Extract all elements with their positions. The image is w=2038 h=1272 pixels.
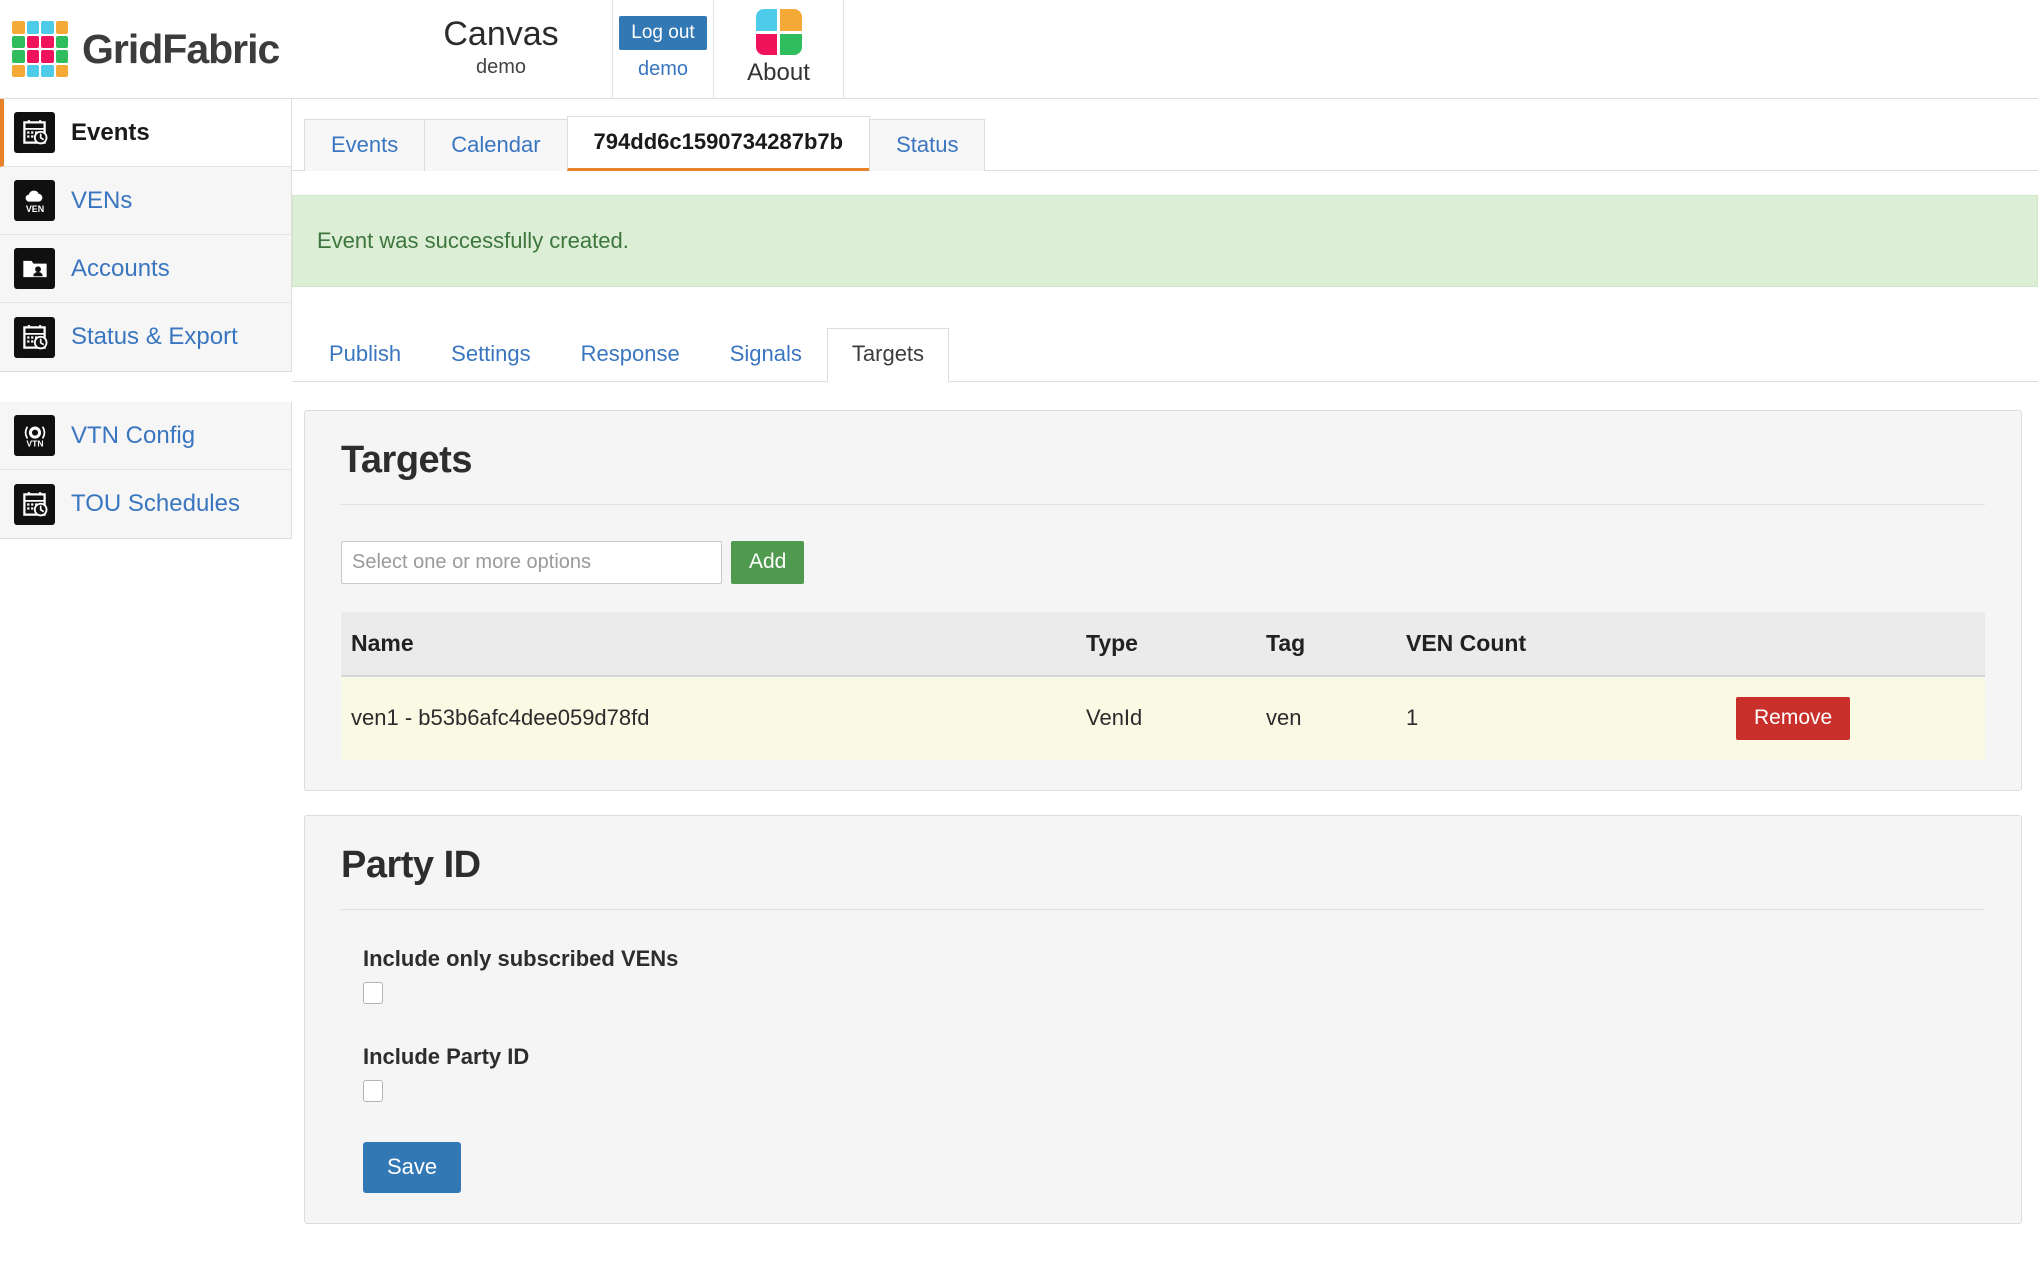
panel-divider xyxy=(341,908,1985,910)
include-party-id-checkbox[interactable] xyxy=(363,1079,383,1102)
gear-vtn-icon: VTN xyxy=(14,415,55,456)
column-header-tag: Tag xyxy=(1256,611,1396,677)
field-label: Include Party ID xyxy=(363,1043,530,1069)
calendar-clock-icon xyxy=(14,112,55,153)
party-id-panel: Party ID Include only subscribed VENs In… xyxy=(304,814,2022,1224)
sidebar-item-vens[interactable]: VEN VENs xyxy=(0,167,291,235)
sidebar-item-label: Events xyxy=(71,118,150,146)
cell-actions: Remove xyxy=(1736,675,1985,760)
column-header-ven-count: VEN Count xyxy=(1396,611,1736,677)
app-title-block: Canvas demo xyxy=(390,0,612,98)
calendar-clock-icon xyxy=(14,483,55,525)
sidebar-item-label: VENs xyxy=(71,186,133,214)
tab-events[interactable]: Events xyxy=(304,119,426,172)
secondary-tab-strip: Publish Settings Response Signals Target… xyxy=(292,287,2038,382)
calendar-clock-icon xyxy=(14,316,55,358)
panel-divider xyxy=(341,503,1985,505)
top-header-bar: GridFabric Canvas demo Log out demo Abou… xyxy=(0,0,2038,99)
field-include-subscribed-vens: Include only subscribed VENs xyxy=(363,946,1999,1004)
cell-target-name: ven1 - b53b6afc4dee059d78fd xyxy=(341,675,1076,760)
about-label: About xyxy=(747,59,810,86)
current-user-link[interactable]: demo xyxy=(638,58,688,81)
svg-text:VEN: VEN xyxy=(25,203,43,213)
targets-panel: Targets Add Name Type Tag VEN Count xyxy=(304,409,2022,791)
primary-tab-strip: Events Calendar 794dd6c1590734287b7b Sta… xyxy=(292,99,2038,172)
page-layout: Events VEN VENs Accounts Status & Export… xyxy=(0,99,2038,1248)
subtab-settings[interactable]: Settings xyxy=(426,328,556,381)
tab-status[interactable]: Status xyxy=(869,119,986,172)
cell-ven-count: 1 xyxy=(1396,675,1736,760)
table-header-row: Name Type Tag VEN Count xyxy=(341,611,1985,677)
subtab-targets[interactable]: Targets xyxy=(826,328,950,382)
svg-text:VTN: VTN xyxy=(26,438,43,448)
gridfabric-logo-icon xyxy=(12,21,68,77)
sidebar-item-status-export[interactable]: Status & Export xyxy=(0,303,291,371)
subtab-publish[interactable]: Publish xyxy=(304,328,426,381)
targets-panel-title: Targets xyxy=(341,438,472,481)
column-header-name: Name xyxy=(341,611,1076,677)
logout-button[interactable]: Log out xyxy=(619,15,707,50)
column-header-actions xyxy=(1736,611,1985,677)
sidebar: Events VEN VENs Accounts Status & Export… xyxy=(0,99,292,569)
cell-target-tag: ven xyxy=(1256,675,1396,760)
sidebar-group-primary: Events VEN VENs Accounts Status & Export xyxy=(0,99,292,372)
about-button[interactable]: About xyxy=(714,0,844,98)
app-subtitle: demo xyxy=(475,56,527,79)
page-title: Canvas xyxy=(443,14,559,53)
save-button[interactable]: Save xyxy=(363,1141,462,1193)
sidebar-item-tou-schedules[interactable]: TOU Schedules xyxy=(0,470,291,538)
targets-table-head: Name Type Tag VEN Count xyxy=(341,611,1985,677)
sidebar-item-events[interactable]: Events xyxy=(0,99,291,167)
brand-block[interactable]: GridFabric xyxy=(0,0,390,98)
sidebar-item-label: VTN Config xyxy=(71,421,196,449)
cloud-ven-icon: VEN xyxy=(14,180,55,221)
sidebar-group-secondary: VTN VTN Config TOU Schedules xyxy=(0,402,292,539)
targets-table-body: ven1 - b53b6afc4dee059d78fd VenId ven 1 … xyxy=(341,675,1985,760)
add-target-button[interactable]: Add xyxy=(731,540,805,584)
field-include-party-id: Include Party ID xyxy=(363,1044,1999,1102)
sidebar-item-vtn-config[interactable]: VTN VTN Config xyxy=(0,402,291,470)
cell-target-type: VenId xyxy=(1076,675,1256,760)
brand-name: GridFabric xyxy=(82,25,280,72)
folder-user-icon xyxy=(14,248,55,289)
column-header-type: Type xyxy=(1076,611,1256,677)
logout-block: Log out demo xyxy=(612,0,714,98)
sidebar-item-label: Accounts xyxy=(71,254,170,282)
tab-event-id[interactable]: 794dd6c1590734287b7b xyxy=(566,116,871,172)
remove-target-button[interactable]: Remove xyxy=(1736,696,1851,740)
targets-table: Name Type Tag VEN Count ven1 - b53b6afc4… xyxy=(341,611,1985,760)
sidebar-item-label: TOU Schedules xyxy=(71,490,240,517)
sidebar-item-label: Status & Export xyxy=(71,323,238,350)
subtab-signals[interactable]: Signals xyxy=(705,328,827,381)
success-alert: Event was successfully created. xyxy=(292,195,2038,288)
sidebar-item-accounts[interactable]: Accounts xyxy=(0,235,291,303)
tab-calendar[interactable]: Calendar xyxy=(424,119,568,172)
main-content: Events Calendar 794dd6c1590734287b7b Sta… xyxy=(292,99,2038,1248)
party-id-panel-title: Party ID xyxy=(341,843,481,886)
include-subscribed-vens-checkbox[interactable] xyxy=(363,981,383,1004)
subtab-response[interactable]: Response xyxy=(556,328,705,381)
add-target-row: Add xyxy=(341,540,1985,584)
field-label: Include only subscribed VENs xyxy=(363,945,679,971)
about-grid-icon xyxy=(755,9,802,55)
target-select-input[interactable] xyxy=(341,540,722,584)
table-row: ven1 - b53b6afc4dee059d78fd VenId ven 1 … xyxy=(341,675,1985,760)
